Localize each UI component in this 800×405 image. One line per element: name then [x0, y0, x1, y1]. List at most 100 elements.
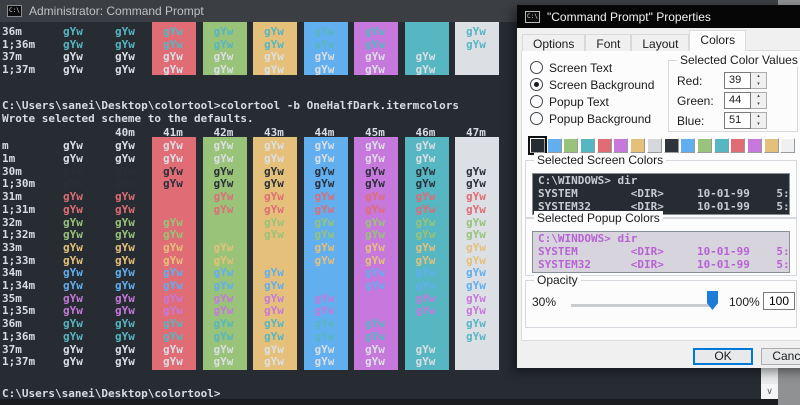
ansi-cell: gYw [314, 190, 335, 204]
ansi-cell: gYw [63, 329, 83, 343]
ansi-cell: gYw [115, 355, 135, 369]
ansi-cell: gYw [213, 355, 234, 369]
ansi-cell: gYw [213, 164, 234, 178]
spinner-down-icon[interactable]: ▾ [751, 121, 766, 129]
ansi-cell: gYw [415, 355, 436, 369]
row-label: 1;35m [2, 304, 36, 318]
opacity-slider-track[interactable] [571, 304, 713, 307]
spinner-up-icon[interactable]: ▴ [751, 113, 766, 121]
radio-popup-text[interactable]: Popup Text [530, 94, 609, 109]
ansi-cell: gYw [115, 329, 135, 343]
palette-swatch-3[interactable] [580, 138, 596, 153]
ansi-cell: gYw [163, 25, 183, 38]
spinner-down-icon[interactable]: ▾ [751, 101, 766, 109]
palette-swatch-9[interactable] [680, 138, 696, 153]
radio-screen-text[interactable]: Screen Text [530, 60, 612, 75]
opacity-slider-thumb[interactable] [707, 291, 718, 310]
preview-line: C:\WINDOWS> dir [538, 174, 638, 187]
radio-popup-background[interactable]: Popup Background [530, 111, 651, 126]
row-label: 1;37m [2, 355, 36, 369]
red-spinner[interactable]: ▴ ▾ [751, 72, 767, 89]
radio-screen-background[interactable]: Screen Background [530, 77, 654, 92]
ansi-cell: gYw [163, 279, 183, 292]
row-label: 36m [2, 25, 22, 38]
ansi-cell: gYw [466, 63, 486, 77]
ansi-cell: gYw [163, 190, 183, 204]
palette-swatch-15[interactable] [780, 138, 796, 153]
ansi-cell: gYw [63, 202, 83, 216]
ansi-cell: gYw [63, 50, 83, 64]
ansi-cell: gYw [314, 253, 335, 267]
ansi-cell: gYw [466, 50, 486, 64]
row-label: 31m [2, 190, 22, 204]
ansi-cell: gYw [264, 240, 284, 254]
blue-spinner[interactable]: ▴ ▾ [751, 112, 767, 129]
tab-strip: Options Font Layout Colors [522, 30, 747, 51]
tab-layout[interactable]: Layout [631, 34, 690, 51]
ansi-cell: gYw [213, 329, 234, 343]
ansi-cell: gYw [115, 50, 135, 64]
ansi-cell: gYw [466, 279, 486, 292]
opacity-value-input[interactable] [763, 292, 795, 310]
ansi-cell: gYw [115, 266, 135, 280]
palette-swatch-4[interactable] [596, 138, 612, 153]
row-label: 1;36m [2, 37, 36, 51]
ansi-cell: gYw [314, 317, 335, 331]
ansi-cell: gYw [365, 329, 385, 343]
ansi-cell: gYw [466, 342, 486, 356]
ansi-cell: gYw [264, 190, 284, 204]
ansi-cell: gYw [365, 37, 385, 51]
ansi-cell: gYw [213, 177, 234, 191]
ansi-cell: gYw [314, 202, 335, 216]
ansi-cell: gYw [466, 291, 486, 305]
palette-swatch-8[interactable] [663, 138, 679, 153]
ansi-cell: gYw [63, 139, 83, 153]
radio-icon [530, 61, 543, 74]
palette-swatch-0[interactable] [528, 136, 547, 155]
ansi-cell: gYw [115, 240, 135, 254]
green-spinner[interactable]: ▴ ▾ [751, 92, 767, 109]
spinner-down-icon[interactable]: ▾ [751, 81, 766, 89]
radio-label: Screen Text [549, 60, 613, 75]
ansi-cell: gYw [163, 355, 183, 369]
ansi-cell: gYw [415, 329, 436, 343]
ansi-cell: gYw [264, 342, 284, 356]
palette-swatch-12[interactable] [730, 138, 746, 153]
column-header: 42m [213, 126, 234, 139]
ansi-cell: gYw [163, 228, 183, 242]
green-value-field[interactable]: 44 [724, 92, 751, 109]
cancel-button[interactable]: Cancel [761, 348, 800, 365]
palette-swatch-10[interactable] [696, 138, 712, 153]
palette-swatch-14[interactable] [763, 138, 779, 153]
ansi-cell: gYw [365, 266, 385, 280]
spinner-up-icon[interactable]: ▴ [751, 93, 766, 101]
ansi-cell: gYw [314, 240, 335, 254]
palette-swatch-13[interactable] [746, 138, 762, 153]
blue-value-field[interactable]: 51 [724, 112, 751, 129]
blue-label: Blue: [677, 113, 705, 128]
palette-swatch-11[interactable] [713, 138, 729, 153]
ansi-cell: gYw [63, 279, 83, 292]
tab-font[interactable]: Font [585, 34, 632, 51]
ansi-cell: gYw [213, 37, 234, 51]
ok-button[interactable]: OK [693, 348, 753, 365]
palette-swatch-5[interactable] [613, 138, 629, 153]
ansi-cell: gYw [115, 279, 135, 292]
palette-swatch-6[interactable] [630, 138, 646, 153]
ansi-cell: gYw [415, 164, 436, 178]
column-header: 44m [314, 126, 335, 139]
row-label: 1;30m [2, 177, 36, 191]
palette-swatch-1[interactable] [546, 138, 562, 153]
red-value-field[interactable]: 39 [724, 72, 751, 89]
tab-options[interactable]: Options [522, 34, 586, 51]
ansi-cell: gYw [314, 291, 335, 305]
spinner-up-icon[interactable]: ▴ [751, 73, 766, 81]
scroll-down-button[interactable]: ∨ [761, 384, 778, 399]
row-label: 32m [2, 215, 22, 229]
palette-swatch-2[interactable] [563, 138, 579, 153]
ansi-cell: gYw [314, 355, 335, 369]
palette-swatch-7[interactable] [646, 138, 662, 153]
ansi-cell: gYw [163, 63, 183, 77]
tab-colors[interactable]: Colors [689, 30, 747, 51]
column-header: 43m [264, 126, 284, 139]
